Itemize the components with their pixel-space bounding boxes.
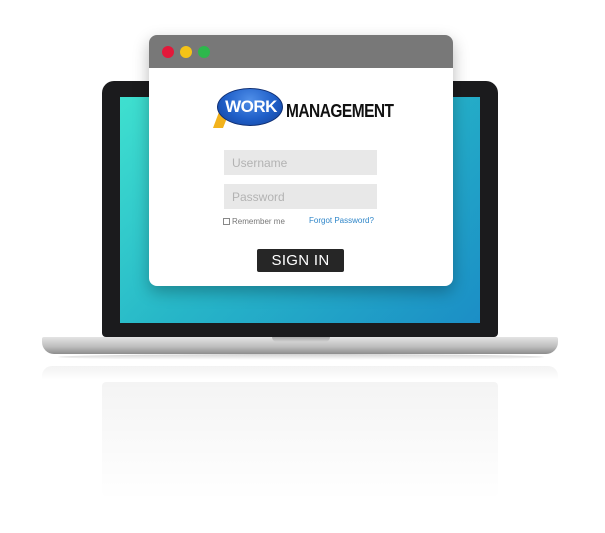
laptop-reflection [42, 360, 558, 510]
work-management-logo: WORK MANAGEMENT [213, 88, 403, 132]
sign-in-button[interactable]: SIGN IN [257, 249, 344, 272]
close-window-icon[interactable] [162, 46, 174, 58]
password-field[interactable] [224, 184, 377, 209]
maximize-window-icon[interactable] [198, 46, 210, 58]
remember-me-checkbox[interactable] [223, 217, 230, 225]
reflection-base [42, 366, 558, 380]
minimize-window-icon[interactable] [180, 46, 192, 58]
window-title-bar [149, 35, 453, 68]
laptop-notch [272, 337, 330, 342]
username-field[interactable] [224, 150, 377, 175]
login-window: WORK MANAGEMENT Remember me Forgot Passw… [149, 35, 453, 286]
logo-word-work: WORK [225, 97, 277, 116]
remember-me-option[interactable]: Remember me [223, 215, 285, 227]
forgot-password-link[interactable]: Forgot Password? [309, 215, 374, 227]
reflection-lid [102, 382, 498, 502]
logo-word-management: MANAGEMENT [286, 101, 394, 121]
remember-me-label: Remember me [232, 216, 285, 226]
